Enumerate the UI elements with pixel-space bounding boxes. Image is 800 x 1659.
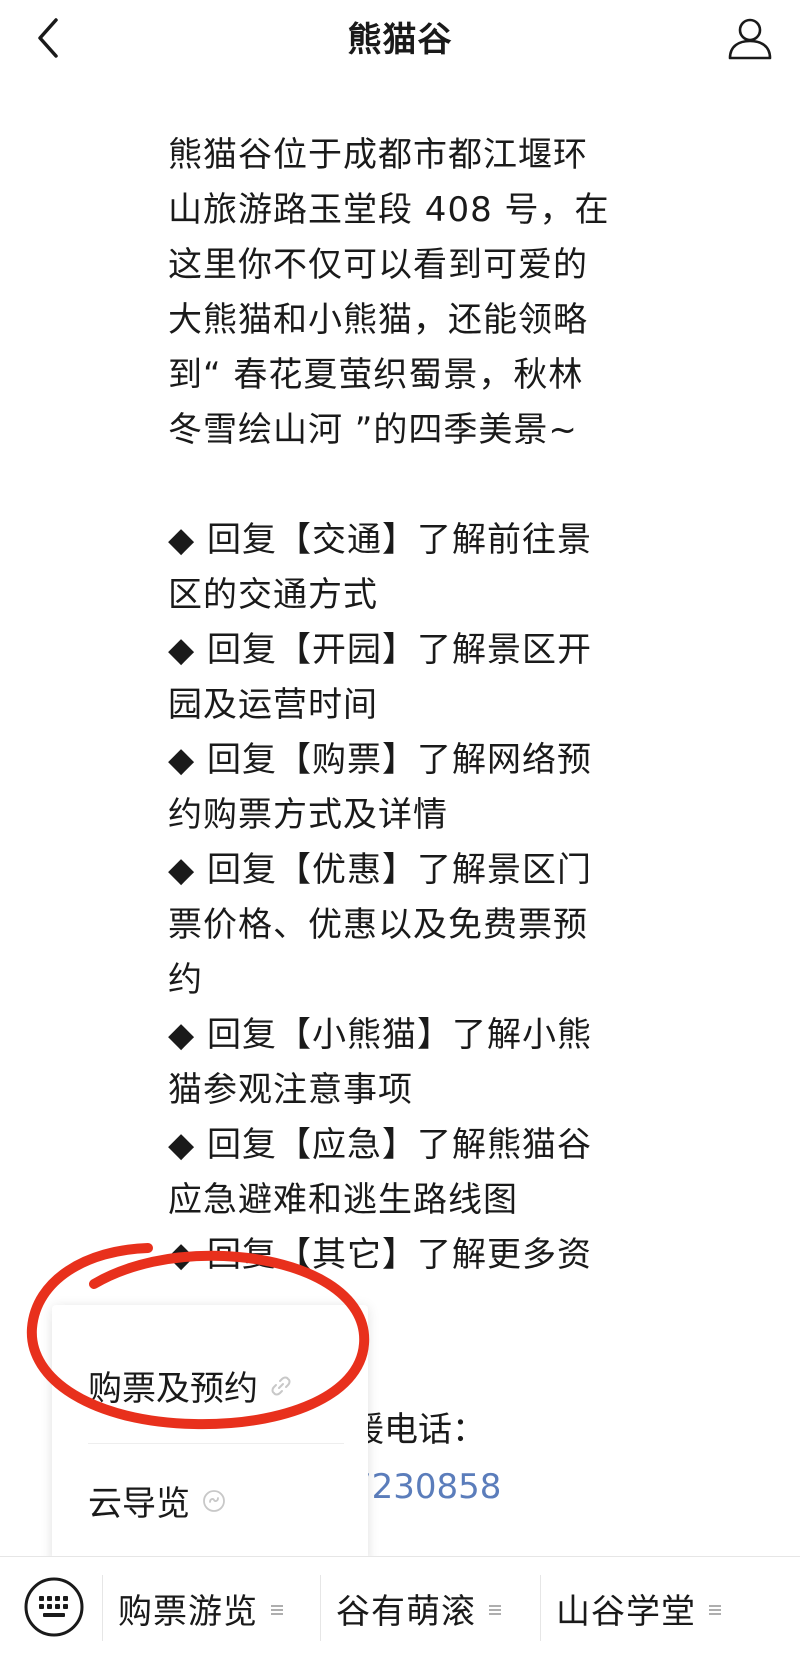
menu-tab-label: 山谷学堂 (556, 1592, 696, 1632)
top-nav-bar: 熊猫谷 (0, 0, 800, 80)
submenu-item-ticket-booking[interactable]: 购票及预约 (52, 1325, 368, 1445)
rescue-phone-label: 援电话： (350, 1410, 486, 1450)
reply-option-line: 约 (168, 960, 203, 1000)
bar-divider (102, 1575, 103, 1641)
menu-tab-valley-school[interactable]: 山谷学堂 (556, 1557, 722, 1659)
reply-option-line: ◆ 回复【小熊猫】了解小熊 (168, 1015, 592, 1055)
menu-tab-label: 购票游览 (118, 1592, 258, 1632)
reply-option-line: 区的交通方式 (168, 575, 378, 615)
intro-line: 冬雪绘山河 ”的四季美景~ (168, 410, 578, 450)
reply-option-line: ◆ 回复【应急】了解熊猫谷 (168, 1125, 592, 1165)
intro-line: 大熊猫和小熊猫，还能领略 (168, 300, 588, 340)
reply-option-line: 园及运营时间 (168, 685, 378, 725)
reply-option-line: 约购票方式及详情 (168, 795, 448, 835)
keyboard-toggle-button[interactable] (20, 1575, 88, 1643)
keyboard-icon (23, 1576, 85, 1642)
reply-option-line: ◆ 回复【优惠】了解景区门 (168, 850, 592, 890)
submenu-item-cloud-tour[interactable]: 云导览 (52, 1440, 368, 1560)
menu-tab-ticket-tour[interactable]: 购票游览 (118, 1557, 284, 1659)
menu-lines-icon (708, 1602, 722, 1621)
chat-screen: 熊猫谷 熊猫谷位于成都市都江堰环 山旅游路玉堂段 408 号，在 这里你不仅可以… (0, 0, 800, 1659)
message-bubble: 熊猫谷位于成都市都江堰环 山旅游路玉堂段 408 号，在 这里你不仅可以看到可爱… (168, 128, 668, 1283)
intro-line: 山旅游路玉堂段 408 号，在 (168, 190, 610, 230)
reply-option-line: 应急避难和逃生路线图 (168, 1180, 518, 1220)
menu-tab-label: 谷有萌滚 (336, 1592, 476, 1632)
intro-line: 这里你不仅可以看到可爱的 (168, 245, 588, 285)
reply-option-line: ◆ 回复【其它】了解更多资 (168, 1235, 592, 1275)
menu-lines-icon (270, 1602, 284, 1621)
profile-button[interactable] (722, 12, 778, 68)
link-icon (270, 1375, 292, 1401)
submenu-item-label: 购票及预约 (88, 1368, 258, 1409)
rescue-phone-number[interactable]: 7230858 (350, 1462, 501, 1512)
bottom-menu-bar: 购票游览 谷有萌滚 山谷学堂 (0, 1556, 800, 1659)
mini-program-icon (202, 1489, 226, 1517)
bar-divider (320, 1575, 321, 1641)
reply-option-line: ◆ 回复【购票】了解网络预 (168, 740, 592, 780)
menu-lines-icon (488, 1602, 502, 1621)
bar-divider (540, 1575, 541, 1641)
reply-option-line: 猫参观注意事项 (168, 1070, 413, 1110)
submenu-item-label: 云导览 (88, 1483, 190, 1524)
reply-option-line: ◆ 回复【交通】了解前往景 (168, 520, 592, 560)
page-title: 熊猫谷 (347, 20, 453, 60)
intro-line: 熊猫谷位于成都市都江堰环 (168, 135, 588, 175)
reply-option-line: ◆ 回复【开园】了解景区开 (168, 630, 592, 670)
submenu-popup: 购票及预约 云导览 (52, 1305, 368, 1567)
user-icon (727, 15, 773, 65)
intro-line: 到“ 春花夏萤织蜀景，秋林 (168, 355, 584, 395)
menu-tab-cute-pandas[interactable]: 谷有萌滚 (336, 1557, 502, 1659)
reply-option-line: 票价格、优惠以及免费票预 (168, 905, 588, 945)
